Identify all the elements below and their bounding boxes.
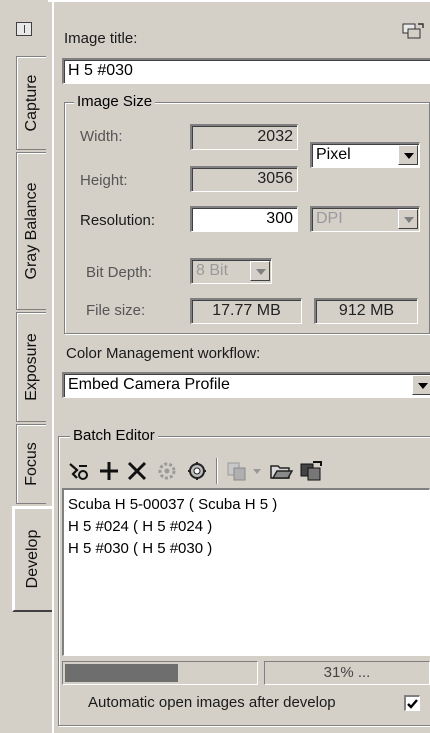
chevron-down-icon: [250, 261, 270, 281]
tab-capture-label: Capture: [22, 74, 40, 132]
color-management-value: Embed Camera Profile: [68, 376, 230, 393]
color-management-select[interactable]: Embed Camera Profile: [62, 372, 430, 398]
file-size-label: File size:: [86, 302, 146, 319]
gear-icon[interactable]: [184, 458, 210, 484]
tab-focus-label: Focus: [22, 442, 40, 486]
tab-gray-balance[interactable]: Gray Balance: [16, 152, 46, 310]
develop-icon[interactable]: [66, 458, 92, 484]
save-batch-icon[interactable]: [298, 458, 324, 484]
list-item[interactable]: H 5 #030 ( H 5 #030 ): [68, 538, 425, 560]
checkmark-icon: [407, 699, 418, 709]
bit-depth-value: 8 Bit: [196, 262, 229, 279]
image-title-input[interactable]: H 5 #030: [62, 58, 430, 84]
image-size-group-title: Image Size: [74, 93, 156, 110]
progress-text-box: 31% ...: [264, 661, 430, 685]
toolbar-separator: [216, 458, 218, 484]
width-label: Width:: [80, 128, 123, 145]
progress-fill: [65, 664, 178, 682]
delete-icon[interactable]: [124, 458, 150, 484]
tab-exposure-label: Exposure: [22, 333, 40, 401]
chevron-down-icon[interactable]: [398, 145, 418, 165]
open-folder-icon[interactable]: [268, 458, 294, 484]
tab-develop[interactable]: Develop: [12, 506, 52, 612]
tab-exposure[interactable]: Exposure: [16, 312, 46, 422]
tab-focus[interactable]: Focus: [16, 424, 46, 504]
unit-select[interactable]: Pixel: [310, 142, 420, 168]
add-icon[interactable]: [96, 458, 122, 484]
dropdown-disabled-icon: [250, 458, 264, 484]
tab-develop-label: Develop: [24, 529, 41, 589]
list-item[interactable]: H 5 #024 ( H 5 #024 ): [68, 516, 425, 538]
export-settings-icon[interactable]: [402, 22, 424, 40]
height-field: 3056: [190, 166, 298, 192]
file-size-field: 17.77 MB: [190, 298, 302, 324]
progress-text: 31% ...: [323, 664, 371, 681]
settings-disabled-icon: [154, 458, 180, 484]
chevron-down-icon[interactable]: [412, 375, 430, 395]
list-item[interactable]: Scuba H 5-00037 ( Scuba H 5 ): [68, 494, 425, 516]
color-management-label: Color Management workflow:: [66, 345, 261, 362]
tab-gray-balance-label: Gray Balance: [22, 182, 40, 280]
width-field: 2032: [190, 124, 298, 150]
file-size-field-2: 912 MB: [314, 298, 418, 324]
batch-editor-group-title: Batch Editor: [70, 427, 158, 444]
panel-toggle-icon[interactable]: [16, 22, 32, 36]
chevron-down-icon: [398, 209, 418, 229]
progress-bar: [62, 661, 258, 685]
bit-depth-select: 8 Bit: [190, 258, 272, 284]
resolution-label: Resolution:: [80, 212, 156, 229]
develop-panel: Image title: H 5 #030 Image Size Width: …: [52, 0, 430, 733]
height-label: Height:: [80, 172, 128, 189]
image-title-label: Image title:: [64, 30, 138, 47]
bit-depth-label: Bit Depth:: [86, 264, 152, 281]
unit-select-value: Pixel: [316, 146, 351, 163]
batch-list[interactable]: Scuba H 5-00037 ( Scuba H 5 ) H 5 #024 (…: [62, 488, 430, 656]
resolution-unit-select: DPI: [310, 206, 420, 232]
move-disabled-icon: [224, 458, 250, 484]
resolution-unit-value: DPI: [316, 210, 343, 227]
auto-open-checkbox[interactable]: [404, 695, 420, 711]
resolution-input[interactable]: 300: [190, 206, 298, 232]
auto-open-label: Automatic open images after develop: [88, 694, 336, 711]
tab-capture[interactable]: Capture: [16, 56, 46, 150]
vertical-tab-strip: Capture Gray Balance Exposure Focus Deve…: [0, 0, 52, 733]
